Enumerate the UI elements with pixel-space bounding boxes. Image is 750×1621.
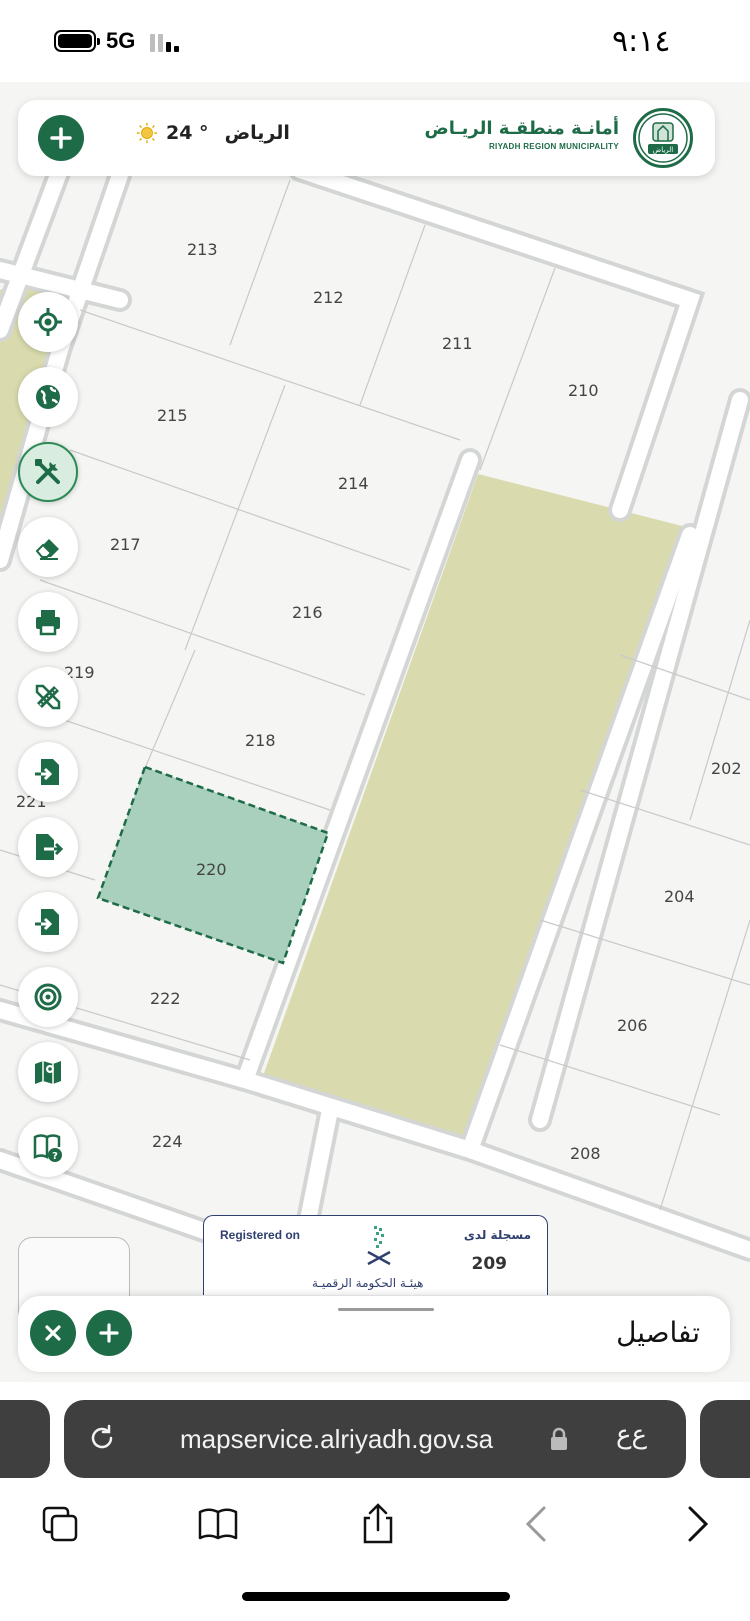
parcel-label: 206 <box>617 1016 648 1035</box>
parcel-label: 208 <box>570 1144 601 1163</box>
parcel-label: 217 <box>110 535 141 554</box>
map-icon <box>35 1061 61 1084</box>
parcel-label: 213 <box>187 240 218 259</box>
file-export-icon <box>36 834 64 860</box>
parcel-label: 212 <box>313 288 344 307</box>
target-button[interactable] <box>18 967 78 1027</box>
authority-name: هيئـة الحكومة الرقميـة <box>312 1276 424 1290</box>
parcel-label: 202 <box>711 759 742 778</box>
target-icon <box>34 983 62 1011</box>
status-bar: 5G ٩:١٤ <box>0 0 750 82</box>
city-name: الرياض <box>224 122 290 144</box>
tools-button[interactable] <box>18 442 78 502</box>
back-icon[interactable] <box>516 1502 560 1546</box>
parcel-label: 218 <box>245 731 276 750</box>
help-button[interactable]: ? <box>18 1117 78 1177</box>
signal-icon <box>150 32 184 52</box>
url-text[interactable]: mapservice.alriyadh.gov.sa <box>180 1424 493 1455</box>
municipality-logo-icon: الرياض <box>633 108 693 168</box>
brand-name: أمانـة منطقـة الريـاض RIYADH REGION MUNI… <box>424 118 620 151</box>
add-button[interactable] <box>38 115 84 161</box>
export-button[interactable] <box>18 817 78 877</box>
previous-tab-peek[interactable] <box>0 1400 50 1478</box>
logo-text: الرياض <box>653 146 674 154</box>
reload-icon[interactable] <box>86 1422 118 1454</box>
plus-icon <box>50 127 72 149</box>
map-layers-button[interactable] <box>18 1042 78 1102</box>
eraser-button[interactable] <box>18 517 78 577</box>
registered-with-label: مسجلة لدى <box>463 1228 531 1242</box>
next-tab-peek[interactable] <box>700 1400 750 1478</box>
details-sheet[interactable]: تفاصيل <box>18 1296 730 1372</box>
sun-icon <box>136 122 158 144</box>
text-size-button[interactable]: ﻉﻉ <box>616 1420 647 1450</box>
home-indicator <box>242 1592 510 1601</box>
registration-badge: Registered on مسجلة لدى 209 هيئـة الحكوم… <box>203 1215 548 1295</box>
registration-number: 209 <box>471 1254 508 1274</box>
tabs-icon[interactable] <box>38 1502 82 1546</box>
temperature: 24 ° <box>166 122 209 144</box>
share-icon[interactable] <box>356 1502 400 1546</box>
network-label: 5G <box>106 28 136 53</box>
digital-government-logo-icon <box>367 1226 391 1266</box>
parcel-label: 214 <box>338 474 369 493</box>
expand-details-button[interactable] <box>86 1310 132 1356</box>
import-file-button[interactable] <box>18 892 78 952</box>
parcel-label: 211 <box>442 334 473 353</box>
basemap-button[interactable] <box>18 367 78 427</box>
parcel-label: 210 <box>568 381 599 400</box>
parcel-label: 216 <box>292 603 323 622</box>
eraser-icon <box>35 539 59 560</box>
lock-icon <box>551 1427 567 1450</box>
map-canvas[interactable]: 213 212 211 210 215 214 217 216 219 218 … <box>0 82 750 1382</box>
book-help-icon: ? <box>33 1134 62 1162</box>
parcel-label: 220 <box>196 860 227 879</box>
browser-toolbar: mapservice.alriyadh.gov.sa ﻉﻉ <box>0 1382 750 1621</box>
address-bar[interactable]: mapservice.alriyadh.gov.sa ﻉﻉ <box>64 1400 686 1478</box>
printer-icon <box>36 610 60 636</box>
registered-on-label: Registered on <box>220 1228 301 1242</box>
file-import-icon <box>35 909 59 935</box>
parcel-label: 222 <box>150 989 181 1008</box>
weather-widget: 24 ° الرياض <box>136 122 290 144</box>
draw-button[interactable] <box>18 667 78 727</box>
locate-button[interactable] <box>18 292 78 352</box>
close-icon <box>45 1325 61 1341</box>
tools-icon <box>35 459 60 484</box>
battery-icon <box>54 30 100 52</box>
parcel-label: 204 <box>664 887 695 906</box>
parcel-map[interactable]: 213 212 211 210 215 214 217 216 219 218 … <box>0 82 750 1382</box>
parcel-label: 224 <box>152 1132 183 1151</box>
print-button[interactable] <box>18 592 78 652</box>
svg-text:?: ? <box>52 1151 58 1162</box>
sheet-drag-handle[interactable] <box>338 1308 434 1311</box>
globe-icon <box>36 385 60 409</box>
file-import-icon <box>35 759 59 785</box>
import-button[interactable] <box>18 742 78 802</box>
crosshair-icon <box>34 308 62 336</box>
ruler-pencil-icon <box>35 684 61 710</box>
forward-icon[interactable] <box>676 1502 720 1546</box>
bookmarks-icon[interactable] <box>196 1502 240 1546</box>
header-card: 24 ° الرياض أمانـة منطقـة الريـاض RIYADH… <box>18 100 715 176</box>
clock: ٩:١٤ <box>612 24 671 59</box>
details-title: تفاصيل <box>616 1316 700 1349</box>
plus-icon <box>99 1323 119 1343</box>
close-details-button[interactable] <box>30 1310 76 1356</box>
parcel-label: 215 <box>157 406 188 425</box>
